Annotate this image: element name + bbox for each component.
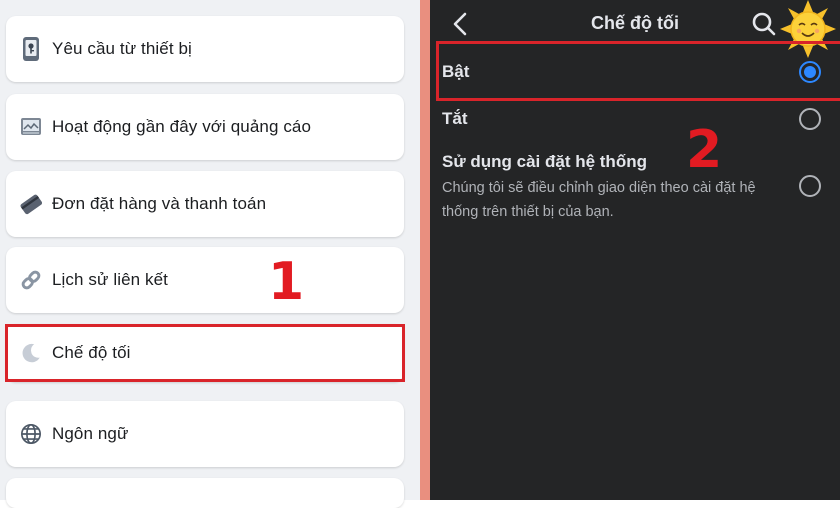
menu-item-orders-payments[interactable]: Đơn đặt hàng và thanh toán: [6, 171, 404, 237]
step-label-2: 2: [686, 120, 723, 180]
option-off-label: Tắt: [442, 109, 468, 128]
screen-title: Chế độ tối: [591, 13, 679, 33]
highlight-box-dark-mode-item: [5, 324, 405, 382]
dark-mode-screen: Chế độ tối Bật Tắt Sử dụng cài đặt hệ th…: [430, 0, 840, 500]
highlight-box-on-option: [436, 41, 840, 101]
menu-item-language[interactable]: Ngôn ngữ: [6, 401, 404, 467]
menu-item-device-requests[interactable]: Yêu cầu từ thiết bị: [6, 16, 404, 82]
menu-item-recent-ad-activity[interactable]: Hoạt động gần đây với quảng cáo: [6, 94, 404, 160]
menu-item-label: Đơn đặt hàng và thanh toán: [52, 194, 267, 213]
menu-item-label: Hoạt động gần đây với quảng cáo: [52, 117, 312, 136]
option-system-description: Chúng tôi sẽ điều chỉnh giao diện theo c…: [442, 180, 756, 220]
globe-icon: [20, 421, 42, 447]
search-icon: [752, 12, 776, 36]
search-button[interactable]: [750, 10, 778, 38]
top-bar: Chế độ tối: [430, 0, 840, 58]
radio-off[interactable]: [799, 108, 821, 130]
menu-item-partial: [6, 478, 404, 508]
menu-item-label: Lịch sử liên kết: [52, 270, 168, 289]
phone-key-icon: [20, 36, 42, 62]
radio-system[interactable]: [799, 175, 821, 197]
menu-item-label: Ngôn ngữ: [52, 424, 129, 443]
menu-item-link-history[interactable]: Lịch sử liên kết: [6, 247, 404, 313]
option-system-label: Sử dụng cài đặt hệ thống: [442, 152, 647, 171]
link-icon: [20, 267, 42, 293]
ad-screen-icon: [20, 114, 42, 140]
settings-menu-panel: Yêu cầu từ thiết bị Hoạt động gần đây vớ…: [0, 0, 420, 508]
panel-separator: [420, 0, 430, 500]
menu-item-label: Yêu cầu từ thiết bị: [52, 39, 192, 58]
card-icon: [20, 191, 42, 217]
step-label-1: 1: [268, 252, 305, 312]
